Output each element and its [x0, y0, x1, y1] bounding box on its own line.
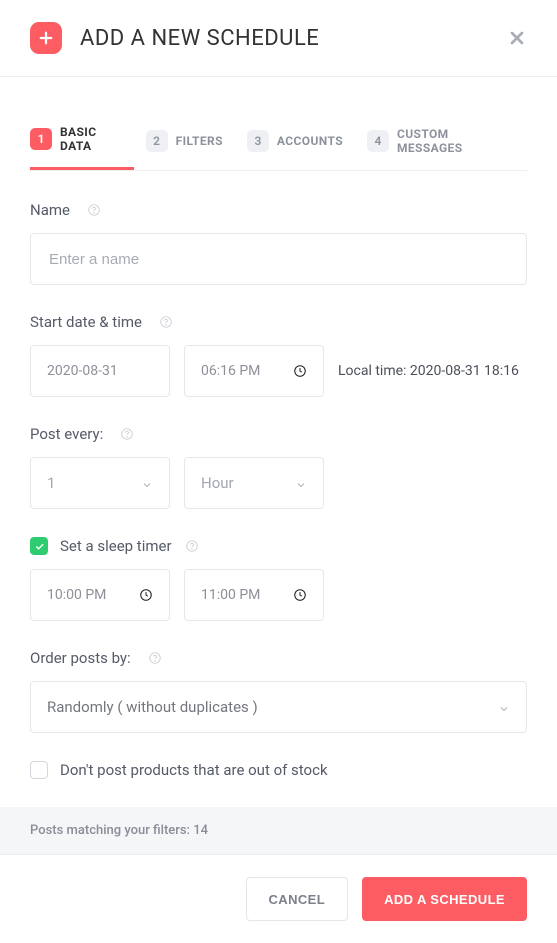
- clock-icon: [293, 588, 307, 602]
- close-icon[interactable]: [507, 28, 527, 48]
- footer-info: Posts matching your filters: 14: [0, 807, 557, 854]
- sleep-start-value: 10:00 PM: [47, 587, 106, 603]
- tab-number: 2: [146, 130, 168, 152]
- group-name: Name: [30, 201, 527, 285]
- group-start-date: Start date & time 2020-08-31 06:16 PM Lo…: [30, 313, 527, 397]
- sleep-end-value: 11:00 PM: [201, 587, 260, 603]
- order-by-select[interactable]: Randomly ( without duplicates ): [30, 681, 527, 733]
- chevron-down-icon: [295, 477, 307, 489]
- sleep-start-input[interactable]: 10:00 PM: [30, 569, 170, 621]
- name-input[interactable]: [30, 233, 527, 285]
- chevron-down-icon: [498, 701, 510, 713]
- help-icon[interactable]: [184, 538, 200, 554]
- tab-number: 4: [367, 130, 389, 152]
- start-time-value: 06:16 PM: [201, 363, 260, 379]
- sleep-end-input[interactable]: 11:00 PM: [184, 569, 324, 621]
- modal-title: ADD A NEW SCHEDULE: [80, 26, 507, 51]
- tab-label: ACCOUNTS: [277, 134, 343, 148]
- tab-number: 3: [247, 130, 269, 152]
- tab-label: BASIC DATA: [60, 125, 122, 153]
- group-post-every: Post every: 1 Hour: [30, 425, 527, 509]
- clock-icon: [139, 588, 153, 602]
- tab-number: 1: [30, 128, 52, 150]
- unit-select[interactable]: Hour: [184, 457, 324, 509]
- name-label: Name: [30, 201, 70, 219]
- help-icon[interactable]: [147, 650, 163, 666]
- modal-header: ADD A NEW SCHEDULE: [0, 0, 557, 77]
- interval-value: 1: [47, 474, 55, 492]
- clock-icon: [293, 364, 307, 378]
- chevron-down-icon: [141, 477, 153, 489]
- plus-icon: [30, 22, 62, 54]
- footer-actions: CANCEL ADD A SCHEDULE: [0, 854, 557, 943]
- start-date-input[interactable]: 2020-08-31: [30, 345, 170, 397]
- tab-label: CUSTOM MESSAGES: [397, 127, 503, 155]
- interval-select[interactable]: 1: [30, 457, 170, 509]
- tabs: 1 BASIC DATA 2 FILTERS 3 ACCOUNTS 4 CUST…: [0, 115, 557, 170]
- tab-custom-messages[interactable]: 4 CUSTOM MESSAGES: [367, 115, 515, 170]
- help-icon[interactable]: [158, 314, 174, 330]
- unit-value: Hour: [201, 474, 234, 492]
- start-date-value: 2020-08-31: [47, 363, 118, 379]
- cancel-button[interactable]: CANCEL: [246, 877, 349, 921]
- help-icon[interactable]: [86, 202, 102, 218]
- sleep-timer-checkbox[interactable]: [30, 537, 48, 555]
- start-date-label: Start date & time: [30, 313, 142, 331]
- order-by-label: Order posts by:: [30, 649, 131, 667]
- add-schedule-button[interactable]: ADD A SCHEDULE: [362, 877, 527, 921]
- tab-accounts[interactable]: 3 ACCOUNTS: [247, 115, 355, 170]
- group-order-by: Order posts by: Randomly ( without dupli…: [30, 649, 527, 733]
- out-of-stock-checkbox[interactable]: [30, 761, 48, 779]
- help-icon[interactable]: [119, 426, 135, 442]
- form-body: Name Start date & time 2020-08-31 06:16 …: [0, 171, 557, 779]
- tab-basic-data[interactable]: 1 BASIC DATA: [30, 115, 134, 170]
- tab-label: FILTERS: [176, 134, 223, 148]
- start-time-input[interactable]: 06:16 PM: [184, 345, 324, 397]
- local-time-label: Local time: 2020-08-31 18:16: [338, 363, 519, 379]
- group-sleep-timer: Set a sleep timer 10:00 PM 11:00 PM: [30, 537, 527, 621]
- out-of-stock-label: Don't post products that are out of stoc…: [60, 761, 328, 779]
- order-by-value: Randomly ( without duplicates ): [47, 698, 258, 716]
- tab-filters[interactable]: 2 FILTERS: [146, 115, 235, 170]
- post-every-label: Post every:: [30, 425, 103, 443]
- group-out-of-stock: Don't post products that are out of stoc…: [30, 761, 527, 779]
- sleep-timer-label: Set a sleep timer: [60, 537, 172, 555]
